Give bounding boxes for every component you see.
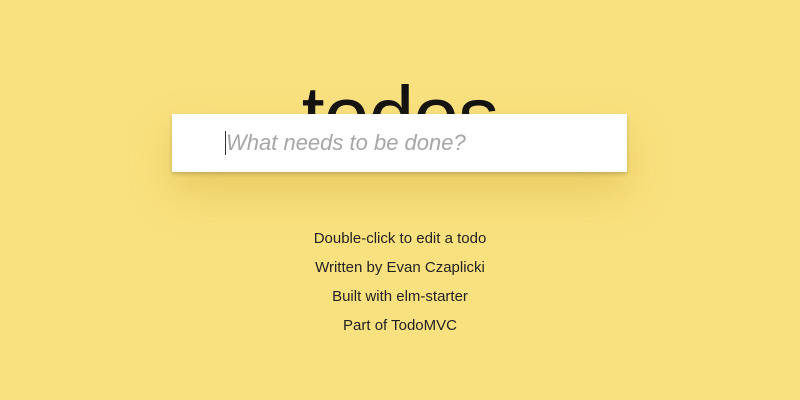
info-line-author: Written by Evan Czaplicki: [315, 259, 485, 276]
info-line-edit-hint: Double-click to edit a todo: [313, 230, 487, 247]
info-line-part-of: Part of TodoMVC: [343, 317, 457, 334]
info-footer: Double-click to edit a todo Written by E…: [0, 224, 800, 340]
new-todo-container: [172, 114, 627, 172]
info-line-built-with: Built with elm-starter: [332, 288, 468, 305]
new-todo-input[interactable]: [172, 114, 627, 172]
text-caret: [225, 131, 226, 155]
